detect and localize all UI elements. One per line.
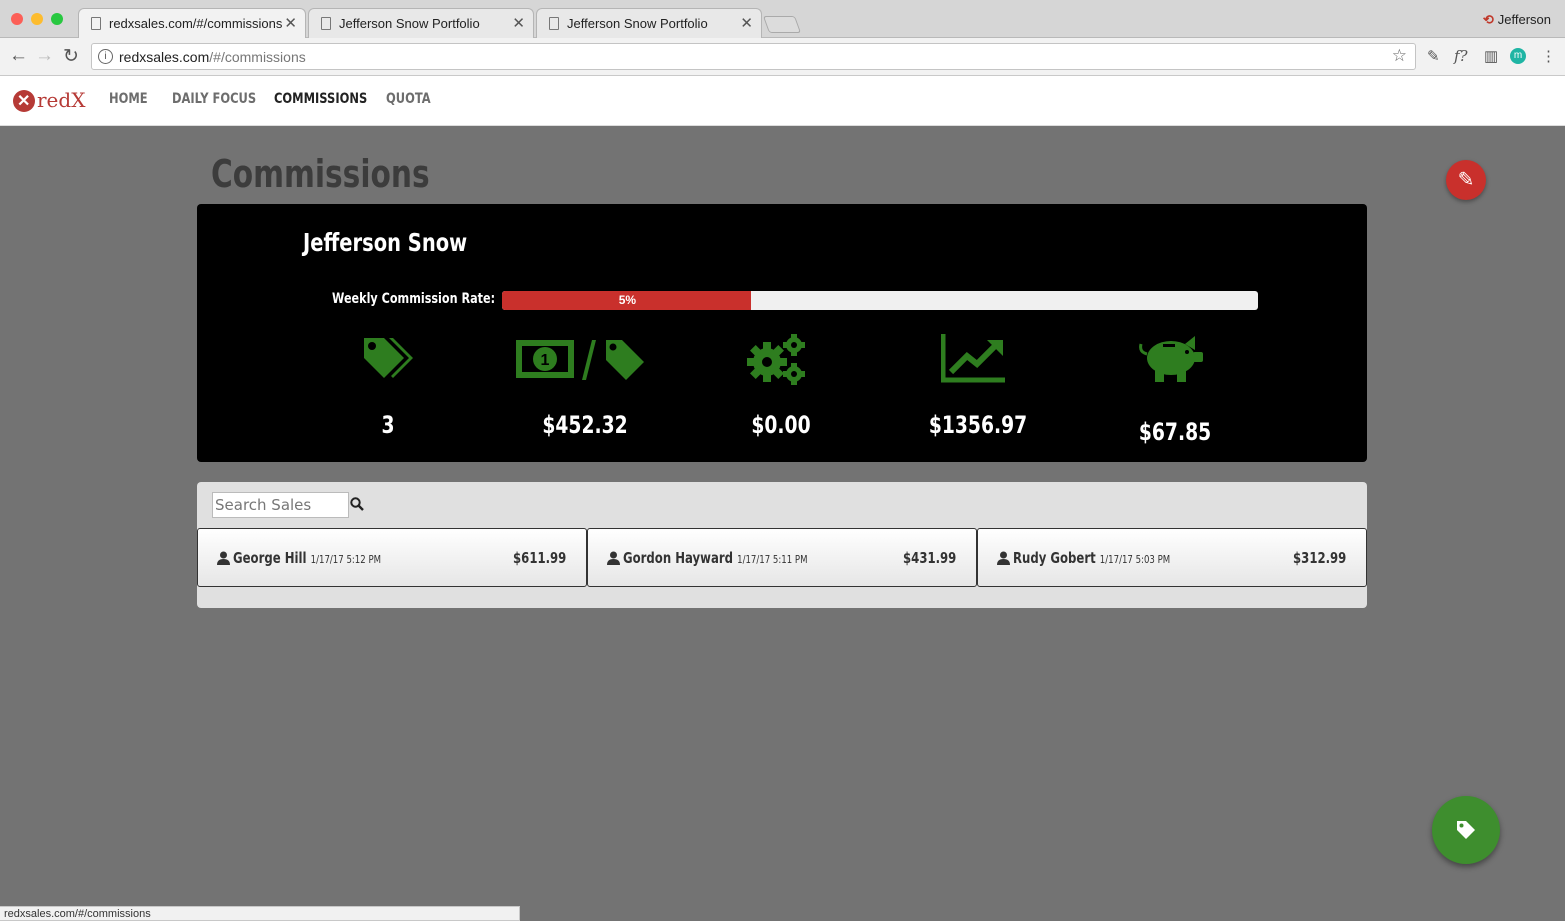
browser-tab-bar: redxsales.com/#/commissions ✕ Jefferson … — [0, 0, 1565, 39]
sale-customer: Gordon Hayward 1/17/17 5:11 PM — [623, 549, 808, 567]
logo-text: redX — [37, 88, 86, 112]
piggy-bank-icon — [1139, 336, 1203, 382]
edit-button[interactable]: ✎ — [1446, 160, 1486, 200]
sale-amount: $431.99 — [902, 549, 956, 567]
m-extension-icon[interactable]: m — [1510, 48, 1526, 64]
sale-customer: George Hill 1/17/17 5:12 PM — [233, 549, 382, 567]
minimize-window-button[interactable] — [31, 13, 43, 25]
browser-tab-portfolio-1[interactable]: Jefferson Snow Portfolio ✕ — [308, 8, 534, 38]
line-chart-icon — [941, 334, 1005, 383]
close-window-button[interactable] — [11, 13, 23, 25]
sale-customer: Rudy Gobert 1/17/17 5:03 PM — [1013, 549, 1171, 567]
close-tab-icon[interactable]: ✕ — [740, 14, 753, 32]
stat-sales-count: 3 — [381, 411, 395, 439]
nav-home[interactable]: HOME — [109, 91, 148, 107]
sale-item[interactable]: Rudy Gobert 1/17/17 5:03 PM $312.99 — [977, 528, 1367, 587]
address-bar[interactable]: i redxsales.com/#/commissions ☆ — [91, 43, 1416, 70]
rep-name: Jefferson Snow — [303, 228, 468, 257]
search-icon[interactable] — [350, 497, 364, 511]
search-sales-input[interactable] — [212, 492, 349, 518]
tab-title: Jefferson Snow Portfolio — [567, 16, 708, 31]
menu-dots-icon[interactable]: ⋮ — [1541, 47, 1556, 65]
app-header: redX HOME DAILY FOCUS COMMISSIONS QUOTA — [0, 76, 1565, 126]
nav-quota[interactable]: QUOTA — [386, 91, 431, 107]
page-title: Commissions — [211, 152, 430, 196]
tab-title: Jefferson Snow Portfolio — [339, 16, 480, 31]
page-icon — [321, 17, 331, 30]
tab-title: redxsales.com/#/commissions — [109, 16, 283, 31]
page-icon — [549, 17, 559, 30]
money-per-tag-icon: 1 — [516, 340, 644, 380]
tag-icon — [1457, 821, 1475, 839]
nav-daily-focus[interactable]: DAILY FOCUS — [172, 91, 256, 107]
user-icon — [607, 551, 620, 565]
sale-item[interactable]: Gordon Hayward 1/17/17 5:11 PM $431.99 — [587, 528, 977, 587]
add-sale-button[interactable] — [1432, 796, 1500, 864]
reload-icon[interactable]: ↻ — [63, 45, 79, 68]
barcode-icon[interactable]: ▥ — [1484, 47, 1498, 65]
svg-text:1: 1 — [541, 352, 550, 369]
stat-commission: $67.85 — [1138, 418, 1212, 446]
pencil-icon: ✎ — [1457, 169, 1475, 191]
profile-icon: ⟲ — [1482, 12, 1494, 27]
font-ext-icon[interactable]: f? — [1454, 47, 1468, 65]
bookmark-star-icon[interactable]: ☆ — [1392, 46, 1407, 66]
profile-name: Jefferson — [1497, 12, 1551, 27]
close-tab-icon[interactable]: ✕ — [512, 14, 525, 32]
sale-amount: $312.99 — [1292, 549, 1346, 567]
profile-button[interactable]: ⟲ Jefferson — [1483, 12, 1551, 28]
forward-arrow-icon[interactable]: → — [35, 45, 54, 67]
status-bar-url: redxsales.com/#/commissions — [0, 906, 520, 921]
commission-rate-bar: 5% — [502, 291, 1258, 310]
browser-tab-commissions[interactable]: redxsales.com/#/commissions ✕ — [78, 8, 306, 39]
browser-toolbar: ← → ↻ i redxsales.com/#/commissions ☆ ✎ … — [0, 38, 1565, 76]
stat-avg-sale: $452.32 — [542, 411, 628, 439]
user-icon — [217, 551, 230, 565]
sales-panel: George Hill 1/17/17 5:12 PM $611.99 Gord… — [197, 482, 1367, 608]
tags-icon — [364, 338, 413, 378]
close-tab-icon[interactable]: ✕ — [284, 14, 297, 32]
nav-commissions[interactable]: COMMISSIONS — [274, 91, 367, 107]
eyedropper-icon[interactable]: ✎ — [1427, 47, 1440, 65]
gears-icon — [747, 334, 805, 385]
url-text: redxsales.com/#/commissions — [119, 49, 306, 65]
logo-mark-icon — [13, 90, 35, 112]
commission-rate-text: 5% — [618, 293, 637, 307]
commission-summary-card: Jefferson Snow Weekly Commission Rate: 5… — [197, 204, 1367, 462]
browser-tab-portfolio-2[interactable]: Jefferson Snow Portfolio ✕ — [536, 8, 762, 38]
page-icon — [91, 17, 101, 30]
sale-amount: $611.99 — [512, 549, 566, 567]
rate-label: Weekly Commission Rate: — [332, 291, 496, 307]
back-arrow-icon[interactable]: ← — [9, 45, 28, 67]
stat-total-sales: $1356.97 — [928, 411, 1028, 439]
info-icon[interactable]: i — [98, 49, 113, 64]
new-tab-button[interactable] — [762, 16, 802, 33]
user-icon — [997, 551, 1010, 565]
maximize-window-button[interactable] — [51, 13, 63, 25]
stat-pending: $0.00 — [751, 411, 811, 439]
sale-item[interactable]: George Hill 1/17/17 5:12 PM $611.99 — [197, 528, 587, 587]
